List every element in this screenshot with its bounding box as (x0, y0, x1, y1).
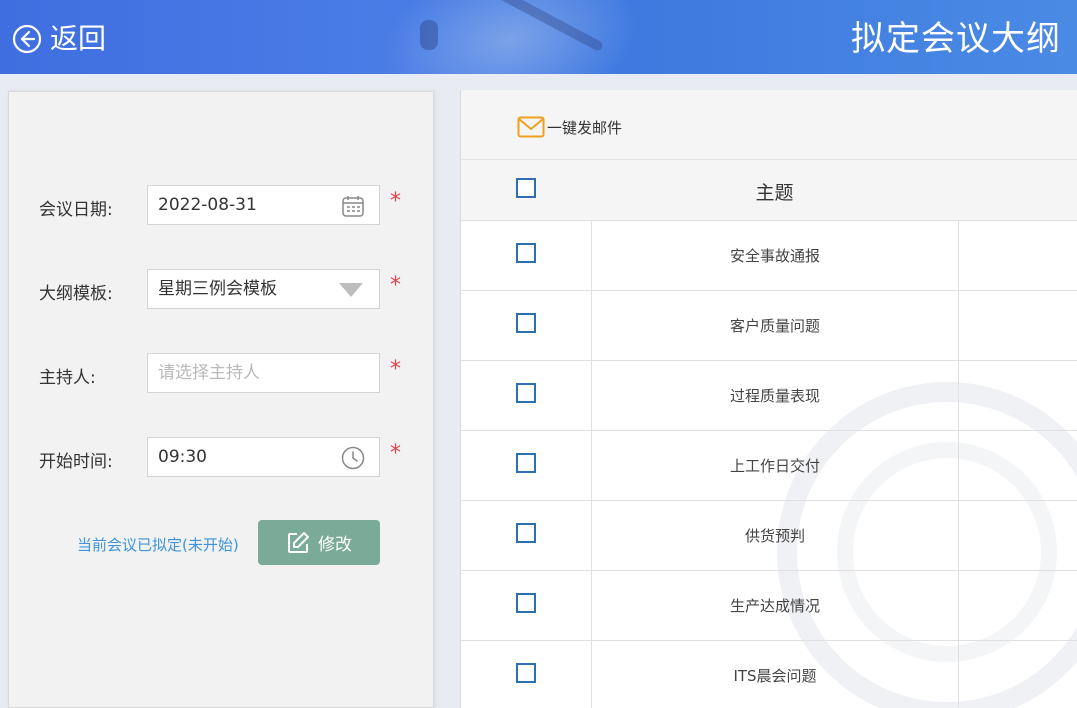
required-mark: * (390, 441, 401, 466)
template-row: 大纲模板: 星期三例会模板 * (9, 269, 435, 309)
start-time-value: 09:30 (158, 447, 207, 467)
host-row: 主持人: 请选择主持人 * (9, 353, 435, 393)
toolbar: 一键发邮件 (461, 90, 1077, 160)
row-checkbox[interactable] (516, 243, 536, 263)
back-arrow-icon (12, 24, 42, 54)
start-time-label: 开始时间: (39, 452, 113, 472)
template-value: 星期三例会模板 (158, 279, 277, 299)
row-checkbox[interactable] (516, 453, 536, 473)
table-row: 生产达成情况 (461, 571, 1077, 641)
start-time-field[interactable]: 09:30 (147, 437, 380, 477)
required-mark: * (390, 189, 401, 214)
agenda-table-panel: 一键发邮件 主题 安全事故通报 客户质量问题 过程质量表现 上工作日交付 供货预… (460, 90, 1077, 708)
row-topic: 过程质量表现 (729, 387, 820, 405)
table-row: 过程质量表现 (461, 361, 1077, 431)
row-topic: 客户质量问题 (729, 317, 820, 335)
header-bar: 返回 拟定会议大纲 (0, 0, 1077, 74)
column-header-topic: 主题 (755, 182, 794, 204)
row-checkbox[interactable] (516, 593, 536, 613)
row-checkbox[interactable] (516, 523, 536, 543)
required-mark: * (390, 357, 401, 382)
send-email-button[interactable]: 一键发邮件 (517, 116, 622, 138)
header-decoration (420, 20, 438, 50)
row-checkbox[interactable] (516, 663, 536, 683)
calendar-icon[interactable] (341, 194, 365, 218)
date-value: 2022-08-31 (158, 195, 257, 215)
date-field[interactable]: 2022-08-31 (147, 185, 380, 225)
host-label: 主持人: (39, 368, 96, 388)
clock-icon[interactable] (341, 446, 365, 470)
header-decoration (366, 0, 654, 74)
start-time-row: 开始时间: 09:30 * (9, 437, 435, 477)
host-field[interactable]: 请选择主持人 (147, 353, 380, 393)
page-title: 拟定会议大纲 (851, 19, 1061, 59)
row-topic: ITS晨会问题 (733, 667, 817, 685)
table-row: ITS晨会问题 (461, 641, 1077, 708)
host-placeholder: 请选择主持人 (158, 363, 260, 383)
back-label: 返回 (50, 22, 107, 55)
row-topic: 安全事故通报 (729, 247, 820, 265)
modify-button[interactable]: 修改 (258, 520, 380, 565)
row-checkbox[interactable] (516, 313, 536, 333)
required-mark: * (390, 273, 401, 298)
row-topic: 供货预判 (744, 527, 805, 545)
date-row: 会议日期: 2022-08-31 * (9, 185, 435, 225)
table-row: 安全事故通报 (461, 221, 1077, 291)
row-topic: 生产达成情况 (729, 597, 820, 615)
edit-icon (288, 531, 309, 553)
template-label: 大纲模板: (39, 284, 113, 304)
select-all-checkbox[interactable] (516, 178, 536, 198)
table-row: 客户质量问题 (461, 291, 1077, 361)
table-row: 上工作日交付 (461, 431, 1077, 501)
row-checkbox[interactable] (516, 383, 536, 403)
row-topic: 上工作日交付 (729, 457, 820, 475)
modify-label: 修改 (318, 535, 352, 555)
mail-icon (517, 116, 545, 138)
date-label: 会议日期: (39, 200, 113, 220)
back-button[interactable]: 返回 (12, 22, 106, 56)
table-header: 主题 (461, 160, 1077, 221)
dropdown-arrow-icon (339, 283, 363, 297)
table-row: 供货预判 (461, 501, 1077, 571)
meeting-status-text: 当前会议已拟定(未开始) (77, 536, 239, 554)
meeting-form-panel: 会议日期: 2022-08-31 * 大纲模板: 星期三例会模板 * 主持人: … (8, 91, 434, 708)
template-select[interactable]: 星期三例会模板 (147, 269, 380, 309)
send-email-label: 一键发邮件 (547, 118, 623, 137)
